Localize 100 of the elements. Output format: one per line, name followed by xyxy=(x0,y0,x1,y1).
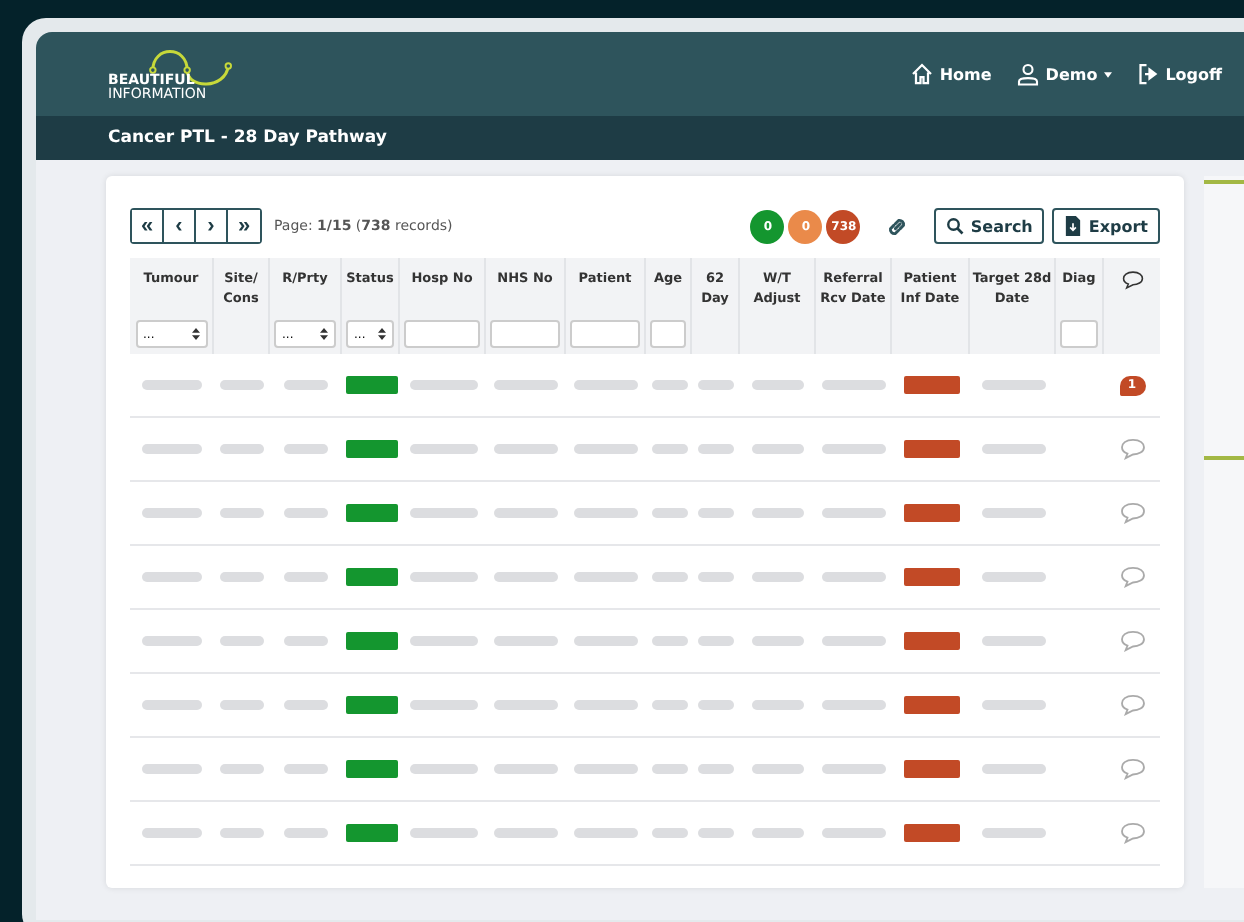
placeholder-bar xyxy=(574,700,638,710)
placeholder-bar xyxy=(574,572,638,582)
placeholder-bar xyxy=(574,636,638,646)
placeholder-bar xyxy=(284,508,328,518)
placeholder-bar xyxy=(752,508,804,518)
placeholder-bar xyxy=(981,572,1045,582)
placeholder-bar xyxy=(752,764,804,774)
nav-link[interactable]: Logoff xyxy=(1135,62,1222,86)
speech-bubble-icon[interactable] xyxy=(1119,694,1145,716)
placeholder-bar xyxy=(494,508,558,518)
placeholder-bar xyxy=(220,828,264,838)
filter-field[interactable] xyxy=(1060,320,1098,348)
placeholder-bar xyxy=(284,828,328,838)
placeholder-bar xyxy=(574,380,638,390)
placeholder-bar xyxy=(752,572,804,582)
placeholder-bar xyxy=(220,444,264,454)
placeholder-bar xyxy=(409,636,477,646)
placeholder-bar xyxy=(142,572,202,582)
placeholder-bar xyxy=(981,828,1045,838)
sort-arrows-icon xyxy=(191,328,199,340)
placeholder-bar xyxy=(651,380,687,390)
pager-button[interactable]: « xyxy=(132,210,164,242)
placeholder-bar xyxy=(574,828,638,838)
speech-bubble-icon[interactable] xyxy=(1119,758,1145,780)
placeholder-bar xyxy=(142,444,202,454)
sort-arrows-icon xyxy=(378,328,386,340)
user-icon xyxy=(1015,62,1040,86)
placeholder-bar xyxy=(981,764,1045,774)
placeholder-bar xyxy=(142,380,202,390)
filter-field[interactable] xyxy=(490,320,560,348)
placeholder-bar xyxy=(752,700,804,710)
placeholder-bar xyxy=(981,636,1045,646)
placeholder-bar xyxy=(220,380,264,390)
placeholder-bar xyxy=(409,700,477,710)
placeholder-bar xyxy=(698,636,734,646)
placeholder-bar xyxy=(142,508,202,518)
placeholder-bar xyxy=(574,444,638,454)
placeholder-bar xyxy=(284,380,328,390)
placeholder-bar xyxy=(574,764,638,774)
placeholder-bar xyxy=(698,572,734,582)
nav-link[interactable]: Demo xyxy=(1015,62,1112,86)
filter-field[interactable] xyxy=(570,320,640,348)
placeholder-bar xyxy=(494,380,558,390)
placeholder-bar xyxy=(981,380,1045,390)
placeholder-bar xyxy=(752,636,804,646)
placeholder-bar xyxy=(220,700,264,710)
placeholder-bar xyxy=(284,764,328,774)
filter-field[interactable] xyxy=(404,320,480,348)
placeholder-bar xyxy=(142,700,202,710)
placeholder-bar xyxy=(651,508,687,518)
placeholder-bar xyxy=(651,444,687,454)
placeholder-bar xyxy=(220,636,264,646)
placeholder-bar xyxy=(494,700,558,710)
placeholder-bar xyxy=(752,444,804,454)
speech-bubble-icon[interactable] xyxy=(1119,502,1145,524)
placeholder-bar xyxy=(651,572,687,582)
placeholder-bar xyxy=(142,636,202,646)
placeholder-bar xyxy=(409,444,477,454)
placeholder-bar xyxy=(822,636,886,646)
placeholder-bar xyxy=(494,572,558,582)
placeholder-bar xyxy=(220,508,264,518)
placeholder-bar xyxy=(822,700,886,710)
placeholder-bar xyxy=(822,508,886,518)
speech-bubble-icon[interactable] xyxy=(1119,822,1145,844)
file-download-icon xyxy=(1064,216,1083,236)
placeholder-bar xyxy=(651,828,687,838)
placeholder-bar xyxy=(698,828,734,838)
placeholder-bar xyxy=(409,508,477,518)
placeholder-bar xyxy=(142,764,202,774)
placeholder-bar xyxy=(409,572,477,582)
placeholder-bar xyxy=(651,764,687,774)
placeholder-bar xyxy=(651,636,687,646)
placeholder-bar xyxy=(494,828,558,838)
search-icon xyxy=(946,216,965,236)
placeholder-bar xyxy=(698,380,734,390)
placeholder-bar xyxy=(822,828,886,838)
caret-icon xyxy=(1103,71,1112,77)
placeholder-bar xyxy=(981,508,1045,518)
placeholder-bar xyxy=(698,508,734,518)
sort-arrows-icon xyxy=(320,328,328,340)
placeholder-bar xyxy=(220,572,264,582)
placeholder-bar xyxy=(822,572,886,582)
placeholder-bar xyxy=(284,444,328,454)
nav-link[interactable]: Home xyxy=(909,62,992,86)
placeholder-bar xyxy=(284,572,328,582)
placeholder-bar xyxy=(409,764,477,774)
filter-field[interactable] xyxy=(650,320,686,348)
placeholder-bar xyxy=(981,444,1045,454)
speech-bubble-icon[interactable] xyxy=(1119,566,1145,588)
placeholder-bar xyxy=(142,828,202,838)
placeholder-bar xyxy=(822,764,886,774)
placeholder-bar xyxy=(698,764,734,774)
speech-bubble-icon[interactable] xyxy=(1119,630,1145,652)
speech-bubble-icon[interactable] xyxy=(1119,438,1145,460)
export-button[interactable]: Export xyxy=(1052,208,1160,244)
placeholder-bar xyxy=(494,636,558,646)
placeholder-bar xyxy=(494,444,558,454)
search-button[interactable]: Search xyxy=(934,208,1045,244)
home-icon xyxy=(909,62,934,86)
placeholder-bar xyxy=(220,764,264,774)
